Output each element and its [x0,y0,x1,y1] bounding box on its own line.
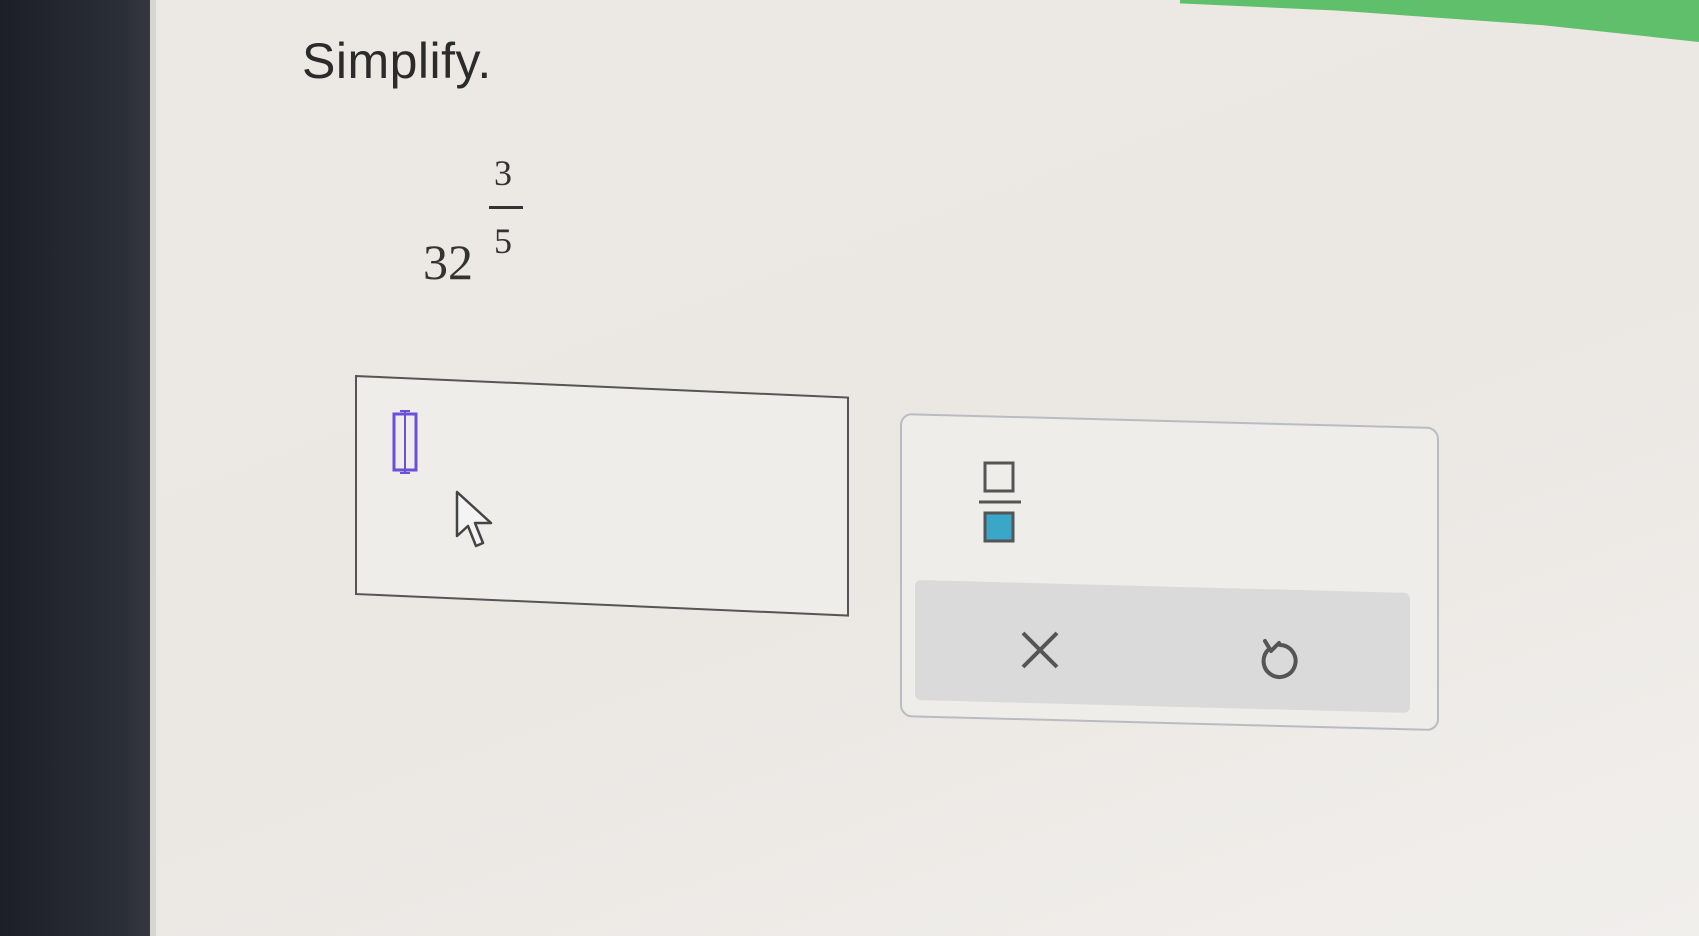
text-cursor-placeholder-icon [392,410,418,474]
exponent-fraction-bar [489,206,523,209]
clear-icon[interactable] [1015,625,1065,675]
fraction-template-icon[interactable] [975,455,1025,545]
answer-input[interactable] [355,375,849,617]
undo-icon[interactable] [1255,635,1305,685]
expression-base: 32 [423,234,473,290]
palette-action-bar [915,580,1410,713]
exponent-denominator: 5 [494,221,512,261]
monitor-bezel [0,0,170,936]
mouse-pointer-icon [455,490,493,548]
question-instruction: Simplify. [302,33,492,89]
exponent-numerator: 3 [494,153,512,193]
